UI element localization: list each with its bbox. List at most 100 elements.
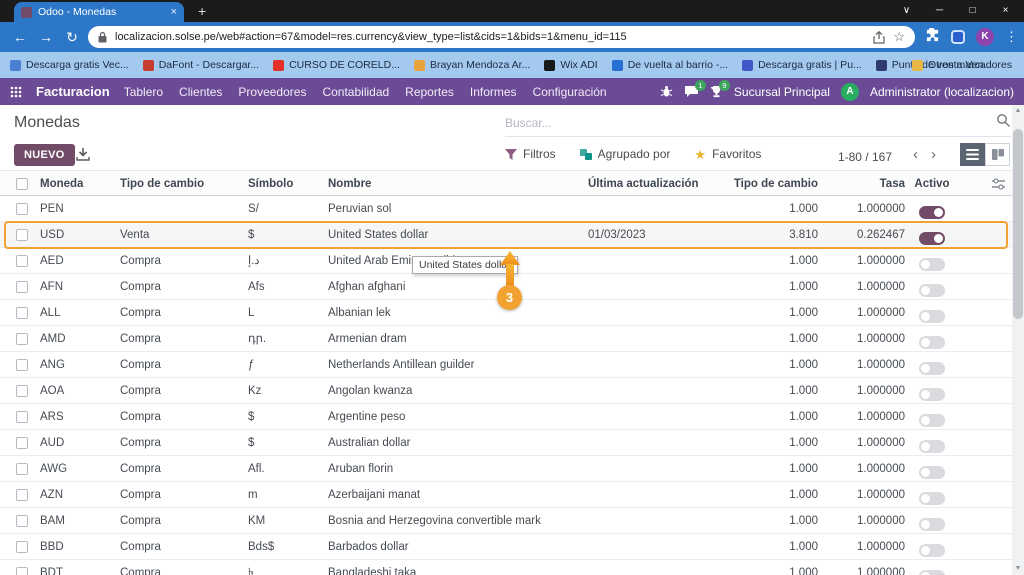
select-all-checkbox[interactable] — [16, 178, 28, 190]
navbar-menu-item[interactable]: Tablero — [124, 85, 163, 99]
new-button[interactable]: NUEVO — [14, 144, 75, 166]
active-toggle[interactable] — [919, 388, 945, 401]
table-row[interactable]: AZN Compra m Azerbaijani manat 1.000 1.0… — [0, 482, 1012, 508]
kanban-view-button[interactable] — [985, 143, 1010, 166]
row-checkbox[interactable] — [16, 359, 28, 371]
row-checkbox[interactable] — [16, 385, 28, 397]
search-icon[interactable] — [996, 113, 1011, 133]
row-checkbox[interactable] — [16, 489, 28, 501]
optional-columns-icon[interactable] — [992, 178, 1012, 193]
user-menu[interactable]: Administrator (localizacion) — [870, 85, 1014, 99]
column-header-activo[interactable]: Activo — [914, 171, 950, 197]
back-button[interactable]: ← — [8, 22, 32, 52]
messages-button[interactable]: 1 — [684, 85, 699, 98]
company-switcher[interactable]: Sucursal Principal — [734, 85, 830, 99]
table-row[interactable]: AMD Compra դր. Armenian dram 1.000 1.000… — [0, 326, 1012, 352]
table-row[interactable]: ARS Compra $ Argentine peso 1.000 1.0000… — [0, 404, 1012, 430]
tab-close-icon[interactable]: × — [171, 7, 177, 18]
navbar-menu-item[interactable]: Proveedores — [238, 85, 306, 99]
app-name[interactable]: Facturacion — [36, 84, 110, 99]
table-row[interactable]: BDT Compra ৳ Bangladeshi taka 1.000 1.00… — [0, 560, 1012, 575]
active-toggle[interactable] — [919, 336, 945, 349]
minimize-button[interactable]: ─ — [923, 0, 956, 22]
pager-previous-icon[interactable]: ‹ — [913, 146, 918, 163]
search-input[interactable] — [505, 116, 990, 130]
pager-next-icon[interactable]: › — [931, 146, 936, 163]
active-toggle[interactable] — [919, 284, 945, 297]
scroll-up-icon[interactable]: ▲ — [1012, 105, 1024, 117]
forward-button[interactable]: → — [34, 22, 58, 52]
active-toggle[interactable] — [919, 440, 945, 453]
export-icon[interactable] — [76, 148, 90, 166]
extensions-puzzle-icon[interactable] — [925, 27, 940, 47]
column-header-ultima-actualizacion[interactable]: Última actualización — [588, 171, 700, 197]
user-avatar[interactable]: A — [841, 83, 859, 101]
table-row[interactable]: AUD Compra $ Australian dollar 1.000 1.0… — [0, 430, 1012, 456]
extension-icon[interactable] — [951, 30, 965, 44]
address-bar[interactable]: localizacion.solse.pe/web#action=67&mode… — [88, 26, 915, 48]
active-toggle[interactable] — [919, 258, 945, 271]
row-checkbox[interactable] — [16, 463, 28, 475]
table-row[interactable]: BAM Compra KM Bosnia and Herzegovina con… — [0, 508, 1012, 534]
search-bar[interactable] — [505, 110, 1011, 137]
filters-button[interactable]: Filtros — [505, 147, 556, 161]
table-row[interactable]: PEN S/ Peruvian sol 1.000 1.000000 — [0, 196, 1012, 222]
row-checkbox[interactable] — [16, 411, 28, 423]
active-toggle[interactable] — [919, 310, 945, 323]
column-header-nombre[interactable]: Nombre — [328, 171, 584, 197]
active-toggle[interactable] — [919, 492, 945, 505]
row-checkbox[interactable] — [16, 203, 28, 215]
row-checkbox[interactable] — [16, 307, 28, 319]
active-toggle[interactable] — [919, 362, 945, 375]
navbar-menu-item[interactable]: Contabilidad — [322, 85, 389, 99]
bookmark-item[interactable]: Wix ADI — [544, 59, 597, 71]
row-checkbox[interactable] — [16, 255, 28, 267]
active-toggle[interactable] — [919, 518, 945, 531]
activities-button[interactable]: 9 — [710, 85, 723, 98]
close-button[interactable]: × — [989, 0, 1022, 22]
browser-tab[interactable]: Odoo - Monedas × — [14, 2, 184, 22]
pager-value[interactable]: 1-80 / 167 — [838, 150, 892, 164]
share-icon[interactable] — [873, 31, 885, 44]
new-tab-button[interactable]: + — [198, 3, 206, 19]
lock-icon[interactable] — [98, 31, 107, 43]
navbar-menu-item[interactable]: Reportes — [405, 85, 454, 99]
column-header-moneda[interactable]: Moneda — [40, 171, 118, 197]
bookmark-item[interactable]: CURSO DE CORELD... — [273, 59, 400, 71]
row-checkbox[interactable] — [16, 567, 28, 575]
scrollbar-thumb[interactable] — [1013, 129, 1023, 319]
column-header-tipo-de-cambio-valor[interactable]: Tipo de cambio — [703, 171, 818, 197]
active-toggle[interactable] — [919, 570, 945, 575]
maximize-button[interactable]: □ — [956, 0, 989, 22]
bookmark-item[interactable]: DaFont - Descargar... — [143, 59, 259, 71]
favorites-button[interactable]: ★ Favoritos — [694, 147, 761, 161]
active-toggle[interactable] — [919, 206, 945, 219]
scrollbar[interactable]: ▲ ▼ — [1012, 105, 1024, 575]
row-checkbox[interactable] — [16, 541, 28, 553]
column-header-tasa[interactable]: Tasa — [822, 171, 905, 197]
scroll-down-icon[interactable]: ▼ — [1012, 563, 1024, 575]
navbar-menu-item[interactable]: Clientes — [179, 85, 222, 99]
bookmark-item[interactable]: Descarga gratis Vec... — [10, 59, 129, 71]
table-row[interactable]: ANG Compra ƒ Netherlands Antillean guild… — [0, 352, 1012, 378]
row-checkbox[interactable] — [16, 281, 28, 293]
table-row[interactable]: BBD Compra Bds$ Barbados dollar 1.000 1.… — [0, 534, 1012, 560]
active-toggle[interactable] — [919, 466, 945, 479]
navbar-menu-item[interactable]: Configuración — [533, 85, 607, 99]
refresh-button[interactable]: ↻ — [60, 22, 84, 52]
column-header-simbolo[interactable]: Símbolo — [248, 171, 326, 197]
groupby-button[interactable]: Agrupado por — [580, 147, 671, 161]
active-toggle[interactable] — [919, 544, 945, 557]
column-header-tipo-de-cambio[interactable]: Tipo de cambio — [120, 171, 245, 197]
table-row[interactable]: AOA Compra Kz Angolan kwanza 1.000 1.000… — [0, 378, 1012, 404]
row-checkbox[interactable] — [16, 515, 28, 527]
bookmark-item[interactable]: Descarga gratis | Pu... — [742, 59, 862, 71]
apps-menu-icon[interactable] — [10, 86, 22, 98]
row-checkbox[interactable] — [16, 333, 28, 345]
bookmark-item[interactable]: Brayan Mendoza Ar... — [414, 59, 530, 71]
row-checkbox[interactable] — [16, 437, 28, 449]
bookmark-star-icon[interactable]: ☆ — [893, 29, 905, 45]
debug-icon[interactable] — [660, 85, 673, 98]
browser-menu-icon[interactable]: ⋮ — [1005, 29, 1018, 45]
window-menu-button[interactable]: ∨ — [890, 0, 923, 22]
